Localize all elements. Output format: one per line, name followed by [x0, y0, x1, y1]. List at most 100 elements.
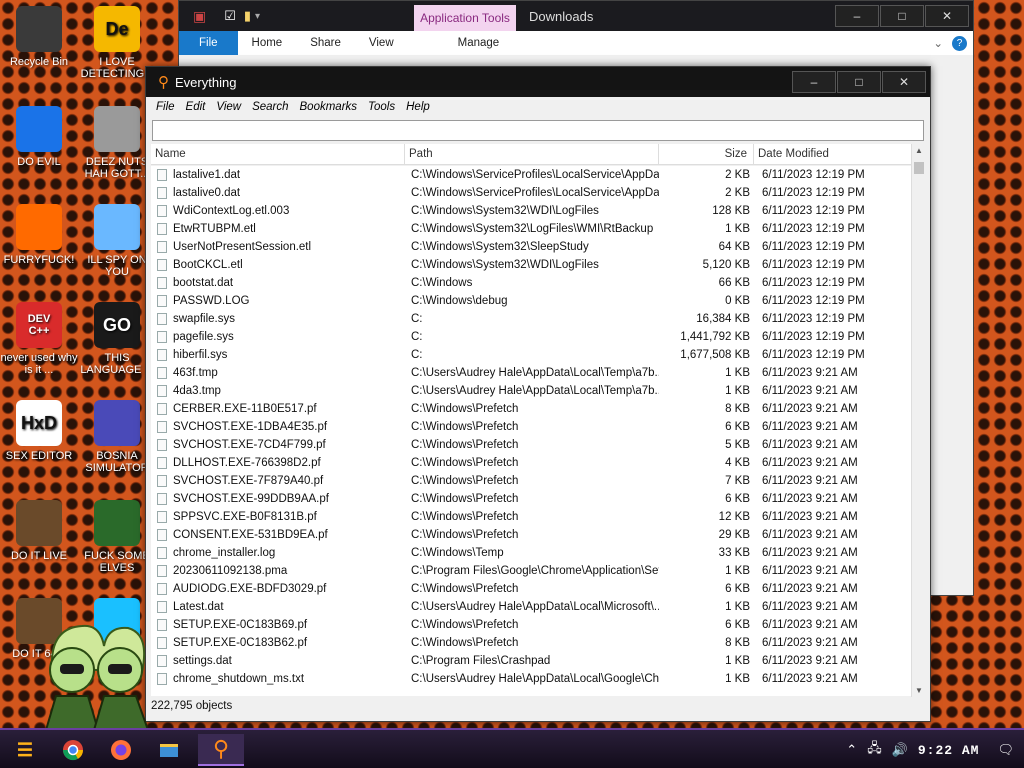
- application-tools-tab[interactable]: Application Tools: [414, 5, 516, 31]
- file-path: C:\Windows\Prefetch: [411, 475, 519, 487]
- result-row[interactable]: 463f.tmp C:\Users\Audrey Hale\AppData\Loc…: [151, 364, 911, 382]
- explorer-app-icon: ▣: [193, 7, 207, 24]
- file-icon: [157, 493, 167, 505]
- result-row[interactable]: pagefile.sys C: 1,441,792 KB 6/11/2023 12:1…: [151, 328, 911, 346]
- ribbon-tab-home[interactable]: Home: [238, 37, 297, 49]
- properties-icon[interactable]: ☑: [224, 8, 236, 24]
- vertical-scrollbar[interactable]: ▲ ▼: [911, 144, 925, 697]
- menu-help[interactable]: Help: [402, 101, 437, 113]
- minimize-icon[interactable]: –: [792, 71, 836, 93]
- file-size: 12 KB: [718, 511, 750, 523]
- clock[interactable]: 9:22 AM: [918, 743, 980, 758]
- file-name: UserNotPresentSession.etl: [151, 241, 405, 253]
- file-name: 4da3.tmp: [151, 385, 405, 397]
- result-row[interactable]: SVCHOST.EXE-7CD4F799.pf C:\Windows\Prefet…: [151, 436, 911, 454]
- desktop-icon[interactable]: DEV C++ never used why is it ...: [0, 302, 78, 376]
- file-icon: [157, 313, 167, 325]
- result-row[interactable]: DLLHOST.EXE-766398D2.pf C:\Windows\Prefet…: [151, 454, 911, 472]
- result-row[interactable]: CONSENT.EXE-531BD9EA.pf C:\Windows\Prefet…: [151, 526, 911, 544]
- result-row[interactable]: UserNotPresentSession.etl C:\Windows\Syst…: [151, 238, 911, 256]
- result-row[interactable]: chrome_installer.log C:\Windows\Temp 33 KB…: [151, 544, 911, 562]
- column-date-modified[interactable]: Date Modified: [754, 144, 911, 164]
- result-row[interactable]: SVCHOST.EXE-99DDB9AA.pf C:\Windows\Prefet…: [151, 490, 911, 508]
- mine-icon: [94, 400, 140, 446]
- file-name: 463f.tmp: [151, 367, 405, 379]
- file-icon: [157, 277, 167, 289]
- taskbar-firefox-icon[interactable]: [102, 734, 140, 766]
- result-row[interactable]: chrome_shutdown_ms.txt C:\Users\Audrey Ha…: [151, 670, 911, 688]
- result-row[interactable]: PASSWD.LOG C:\Windows\debug 0 KB 6/11/2023 …: [151, 292, 911, 310]
- file-path: C:\Windows\Prefetch: [411, 493, 519, 505]
- result-row[interactable]: SVCHOST.EXE-1DBA4E35.pf C:\Windows\Prefet…: [151, 418, 911, 436]
- result-row[interactable]: AUDIODG.EXE-BDFD3029.pf C:\Windows\Prefet…: [151, 580, 911, 598]
- result-row[interactable]: SPPSVC.EXE-B0F8131B.pf C:\Windows\Prefetc…: [151, 508, 911, 526]
- result-row[interactable]: Latest.dat C:\Users\Audrey Hale\AppData\L…: [151, 598, 911, 616]
- menu-file[interactable]: File: [152, 101, 182, 113]
- desktop-icon[interactable]: FURRYFUCK!: [0, 204, 78, 266]
- results-list[interactable]: lastalive1.dat C:\Windows\ServiceProfiles…: [151, 166, 911, 696]
- ribbon-expand-chevron-icon[interactable]: ⌄: [933, 36, 943, 50]
- result-row[interactable]: BootCKCL.etl C:\Windows\System32\WDI\LogF…: [151, 256, 911, 274]
- desktop-icon[interactable]: Recycle Bin: [0, 6, 78, 68]
- file-size: 2 KB: [725, 187, 750, 199]
- taskbar-file-explorer-icon[interactable]: [150, 734, 188, 766]
- desktop-icon[interactable]: HxD SEX EDITOR: [0, 400, 78, 462]
- column-name[interactable]: Name: [151, 144, 405, 164]
- taskbar-everything-icon[interactable]: ⚲: [198, 734, 244, 766]
- result-row[interactable]: swapfile.sys C: 16,384 KB 6/11/2023 12:19 P…: [151, 310, 911, 328]
- result-row[interactable]: lastalive1.dat C:\Windows\ServiceProfiles…: [151, 166, 911, 184]
- column-path[interactable]: Path: [405, 144, 659, 164]
- close-icon[interactable]: ✕: [882, 71, 926, 93]
- notifications-icon[interactable]: 🗨: [997, 742, 1014, 758]
- close-icon[interactable]: ✕: [925, 5, 969, 27]
- taskbar-chrome-icon[interactable]: [54, 734, 92, 766]
- menu-bookmarks[interactable]: Bookmarks: [296, 101, 365, 113]
- ribbon-tab-manage[interactable]: Manage: [444, 37, 514, 49]
- new-folder-icon[interactable]: ▮: [244, 8, 251, 24]
- menu-search[interactable]: Search: [248, 101, 295, 113]
- quick-access-chevron-icon[interactable]: ▾: [255, 11, 260, 22]
- result-row[interactable]: settings.dat C:\Program Files\Crashpad 1 K…: [151, 652, 911, 670]
- everything-window[interactable]: ⚲ Everything – □ ✕ File Edit View Search…: [145, 66, 931, 722]
- start-icon[interactable]: ☰: [6, 734, 44, 766]
- ribbon-tab-file[interactable]: File: [179, 31, 238, 55]
- result-row[interactable]: lastalive0.dat C:\Windows\ServiceProfiles…: [151, 184, 911, 202]
- result-row[interactable]: CERBER.EXE-11B0E517.pf C:\Windows\Prefetc…: [151, 400, 911, 418]
- maximize-icon[interactable]: □: [880, 5, 924, 27]
- result-row[interactable]: hiberfil.sys C: 1,677,508 KB 6/11/2023 12:1…: [151, 346, 911, 364]
- menu-edit[interactable]: Edit: [182, 101, 213, 113]
- result-row[interactable]: 4da3.tmp C:\Users\Audrey Hale\AppData\Loc…: [151, 382, 911, 400]
- menu-view[interactable]: View: [212, 101, 248, 113]
- show-hidden-icons-chevron-icon[interactable]: ⌃: [846, 742, 857, 758]
- volume-icon[interactable]: 🔊: [892, 742, 908, 758]
- result-row[interactable]: SETUP.EXE-0C183B69.pf C:\Windows\Prefetch…: [151, 616, 911, 634]
- file-icon: [157, 457, 167, 469]
- ribbon-tab-view[interactable]: View: [355, 37, 408, 49]
- help-icon[interactable]: ?: [952, 35, 967, 51]
- result-row[interactable]: WdiContextLog.etl.003 C:\Windows\System32…: [151, 202, 911, 220]
- minimize-icon[interactable]: –: [835, 5, 879, 27]
- file-date-modified: 6/11/2023 12:19 PM: [762, 223, 865, 235]
- file-date-modified: 6/11/2023 9:21 AM: [762, 547, 858, 559]
- file-date-modified: 6/11/2023 12:19 PM: [762, 331, 865, 343]
- menu-tools[interactable]: Tools: [364, 101, 402, 113]
- network-icon[interactable]: 🖧: [867, 739, 882, 761]
- scroll-down-arrow-icon[interactable]: ▼: [915, 686, 923, 695]
- result-row[interactable]: 20230611092138.pma C:\Program Files\Googl…: [151, 562, 911, 580]
- file-size: 6 KB: [725, 421, 750, 433]
- scrollbar-thumb[interactable]: [914, 162, 924, 174]
- scroll-up-arrow-icon[interactable]: ▲: [915, 146, 923, 155]
- desktop-icon[interactable]: DO EVIL: [0, 106, 78, 168]
- file-name: hiberfil.sys: [151, 349, 405, 361]
- result-row[interactable]: SETUP.EXE-0C183B62.pf C:\Windows\Prefetch…: [151, 634, 911, 652]
- search-input[interactable]: [152, 120, 924, 141]
- file-path: C:: [411, 349, 423, 361]
- column-size[interactable]: Size: [659, 144, 754, 164]
- result-row[interactable]: SVCHOST.EXE-7F879A40.pf C:\Windows\Prefet…: [151, 472, 911, 490]
- firefox-icon: [16, 204, 62, 250]
- result-row[interactable]: EtwRTUBPM.etl C:\Windows\System32\LogFile…: [151, 220, 911, 238]
- maximize-icon[interactable]: □: [837, 71, 881, 93]
- desktop-icon[interactable]: DO IT LIVE: [0, 500, 78, 562]
- ribbon-tab-share[interactable]: Share: [296, 37, 355, 49]
- result-row[interactable]: bootstat.dat C:\Windows 66 KB 6/11/2023 12:…: [151, 274, 911, 292]
